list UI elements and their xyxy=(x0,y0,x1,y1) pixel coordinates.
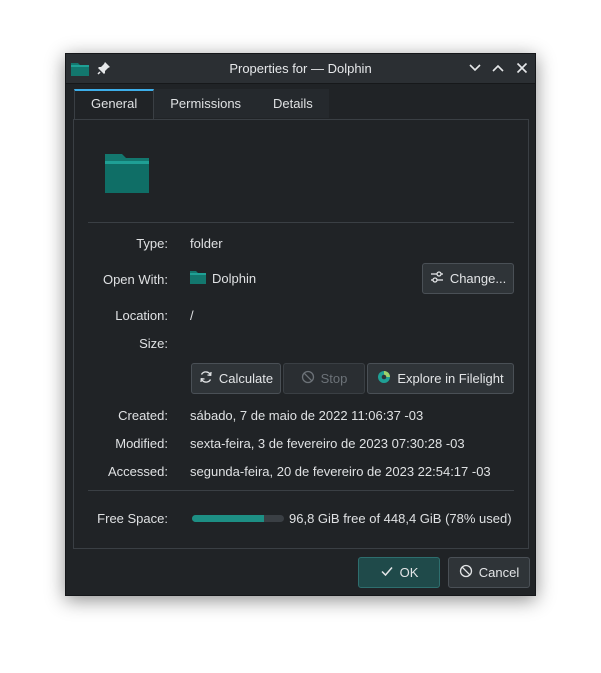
filelight-icon xyxy=(377,370,391,387)
ok-label: OK xyxy=(399,565,419,580)
tab-general[interactable]: General xyxy=(74,89,155,120)
modified-value: sexta-feira, 3 de fevereiro de 2023 07:3… xyxy=(190,436,465,451)
size-label: Size: xyxy=(139,336,168,351)
open-with-value: Dolphin xyxy=(190,270,256,287)
separator xyxy=(88,490,514,491)
explore-filelight-button[interactable]: Explore in Filelight xyxy=(367,363,514,394)
maximize-icon[interactable] xyxy=(490,60,506,76)
tab-permissions[interactable]: Permissions xyxy=(154,89,258,118)
check-icon xyxy=(380,564,394,581)
properties-dialog: Properties for — Dolphin General Permiss… xyxy=(65,53,536,596)
change-label: Change... xyxy=(449,271,507,286)
created-label: Created: xyxy=(118,408,168,423)
type-label: Type: xyxy=(136,236,168,251)
accessed-label: Accessed: xyxy=(108,464,168,479)
open-with-label: Open With: xyxy=(102,272,168,287)
filelight-label: Explore in Filelight xyxy=(397,371,504,386)
usage-bar xyxy=(192,515,284,522)
calculate-button[interactable]: Calculate xyxy=(191,363,281,394)
modified-label: Modified: xyxy=(115,436,168,451)
cancel-label: Cancel xyxy=(478,565,520,580)
close-icon[interactable] xyxy=(514,60,530,76)
stop-icon xyxy=(301,370,315,387)
general-panel: Type: folder Open With: Dolphin Change..… xyxy=(73,119,529,549)
accessed-value: segunda-feira, 20 de fevereiro de 2023 2… xyxy=(190,464,491,479)
tab-details[interactable]: Details xyxy=(257,89,329,118)
stop-label: Stop xyxy=(320,371,348,386)
free-space-label: Free Space: xyxy=(97,511,168,526)
cancel-button[interactable]: Cancel xyxy=(448,557,530,588)
created-value: sábado, 7 de maio de 2022 11:06:37 -03 xyxy=(190,408,424,423)
ok-button[interactable]: OK xyxy=(358,557,440,588)
titlebar[interactable]: Properties for — Dolphin xyxy=(66,54,535,84)
settings-icon xyxy=(430,270,444,287)
cancel-icon xyxy=(459,564,473,581)
change-button[interactable]: Change... xyxy=(422,263,514,294)
folder-icon[interactable] xyxy=(105,153,149,196)
stop-button[interactable]: Stop xyxy=(283,363,365,394)
separator xyxy=(88,222,514,223)
usage-bar-fill xyxy=(192,515,264,522)
minimize-icon[interactable] xyxy=(467,60,483,76)
location-value: / xyxy=(190,308,194,323)
refresh-icon xyxy=(199,370,213,387)
location-label: Location: xyxy=(115,308,168,323)
tab-bar: General Permissions Details xyxy=(74,89,329,120)
calculate-label: Calculate xyxy=(218,371,274,386)
window-title: Properties for — Dolphin xyxy=(229,61,372,76)
dolphin-icon xyxy=(190,270,206,287)
type-value: folder xyxy=(190,236,223,251)
free-space-value: 96,8 GiB free of 448,4 GiB (78% used) xyxy=(289,511,512,526)
open-with-app: Dolphin xyxy=(212,271,257,286)
